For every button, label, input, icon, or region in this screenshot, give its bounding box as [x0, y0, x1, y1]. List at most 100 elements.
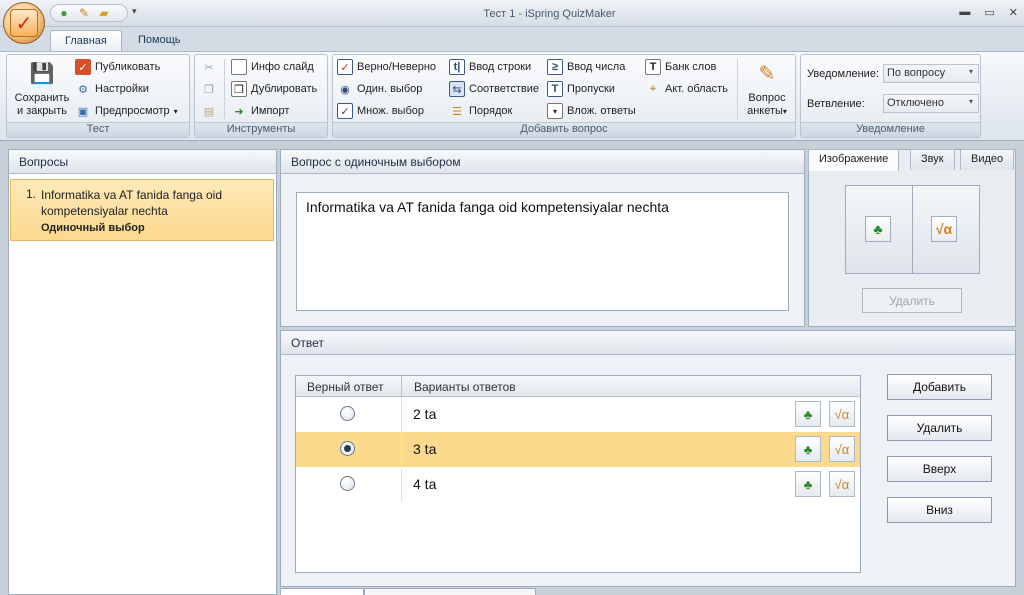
tab-video[interactable]: Видео: [960, 149, 1015, 170]
insert-formula-icon[interactable]: √α: [829, 471, 855, 497]
cut-button[interactable]: ✂: [201, 58, 217, 76]
save-icon: 💾: [29, 62, 55, 85]
notification-label: Уведомление:: [807, 68, 879, 80]
preview-button[interactable]: ▣ Предпросмотр ▾: [75, 102, 178, 120]
preview-window-icon: ▣: [77, 105, 89, 118]
insert-image-icon[interactable]: ♣: [795, 436, 821, 462]
chevron-down-icon: ▾: [968, 97, 973, 106]
sequence-button[interactable]: ☰ Порядок: [449, 102, 512, 120]
insert-image-icon[interactable]: ♣: [865, 216, 891, 242]
tab-image[interactable]: Изображение: [808, 149, 900, 171]
chevron-down-icon: ▾: [968, 67, 973, 76]
minimize-icon[interactable]: ▬: [959, 6, 970, 19]
document-icon: [231, 59, 247, 75]
numeric-icon: ≥: [547, 59, 563, 75]
add-answer-button[interactable]: Добавить: [887, 374, 992, 400]
group-test: 💾 Сохранить и закрыть ✓ Публиковать ⚙ На…: [6, 54, 190, 138]
paste-icon: ▤: [203, 105, 215, 118]
fill-blanks-icon: T: [547, 81, 563, 97]
tab-home[interactable]: Главная: [50, 30, 122, 52]
insert-formula-icon[interactable]: √α: [931, 216, 957, 242]
delete-answer-button[interactable]: Удалить: [887, 415, 992, 441]
close-icon[interactable]: ✕: [1009, 6, 1018, 19]
media-delete-button[interactable]: Удалить: [862, 288, 962, 313]
insert-image-icon[interactable]: ♣: [795, 401, 821, 427]
questions-panel-title: Вопросы: [9, 150, 276, 174]
matching-button[interactable]: ⇆ Соответствие: [449, 80, 539, 98]
hotspot-button[interactable]: ⌖ Акт. область: [645, 80, 728, 98]
checkbox-icon: ✓: [337, 103, 353, 119]
fill-blanks-button[interactable]: T Пропуски: [547, 80, 615, 98]
bottom-tab[interactable]: [364, 588, 536, 595]
maximize-icon[interactable]: ▭: [984, 6, 994, 19]
radio-icon: ◉: [340, 83, 350, 96]
answer-row[interactable]: [296, 467, 860, 502]
application-menu-button[interactable]: ✓: [3, 2, 45, 44]
move-up-button[interactable]: Вверх: [887, 456, 992, 482]
copy-button[interactable]: ❐: [201, 80, 217, 98]
numeric-button[interactable]: ≥ Ввод числа: [547, 58, 625, 76]
multiple-response-button[interactable]: ▾ Влож. ответы: [547, 102, 636, 120]
sequence-icon: ☰: [452, 105, 462, 118]
import-button[interactable]: ➜ Импорт: [231, 102, 289, 120]
divider: [737, 59, 738, 119]
insert-formula-icon[interactable]: √α: [829, 401, 855, 427]
column-header-options: Варианты ответов: [414, 380, 516, 394]
group-label: Уведомление: [801, 122, 980, 137]
insert-formula-icon[interactable]: √α: [829, 436, 855, 462]
divider: [912, 185, 913, 274]
answer-row-selected[interactable]: [296, 432, 860, 467]
tab-sound[interactable]: Звук: [910, 149, 955, 170]
group-tools: ✂ ❐ ▤ Инфо слайд ❐ Дублировать ➜ Импорт …: [194, 54, 328, 138]
correct-answer-radio-checked[interactable]: [340, 441, 355, 456]
answer-text[interactable]: 3 ta: [413, 441, 436, 457]
duplicate-button[interactable]: ❐ Дублировать: [231, 80, 317, 98]
group-notification: Уведомление: По вопросу ▾ Ветвление: Отк…: [800, 54, 981, 138]
publish-button[interactable]: ✓ Публиковать: [75, 58, 160, 76]
column-header-correct: Верный ответ: [307, 380, 384, 394]
group-label: Тест: [7, 122, 189, 137]
true-false-button[interactable]: ✓ Верно/Неверно: [337, 58, 436, 76]
single-choice-button[interactable]: ◉ Один. выбор: [337, 80, 422, 98]
word-bank-button[interactable]: T Банк слов: [645, 58, 716, 76]
scissors-icon: ✂: [204, 61, 214, 74]
info-slide-button[interactable]: Инфо слайд: [231, 58, 314, 76]
survey-question-button[interactable]: ✎ Вопрос анкеты▾: [741, 59, 793, 118]
save-close-button[interactable]: 💾 Сохранить и закрыть: [12, 59, 72, 118]
branching-select[interactable]: Отключено ▾: [883, 94, 979, 113]
survey-icon: ✎: [758, 62, 776, 85]
tab-help[interactable]: Помощь: [124, 30, 195, 52]
duplicate-icon: ❐: [231, 81, 247, 97]
correct-answer-radio[interactable]: [340, 476, 355, 491]
group-add-question: ✓ Верно/Неверно ◉ Один. выбор ✓ Множ. вы…: [332, 54, 796, 138]
column-divider: [401, 397, 402, 502]
type-in-button[interactable]: t| Ввод строки: [449, 58, 531, 76]
question-text-input[interactable]: Informatika va AT fanida fanga oid kompe…: [296, 192, 789, 311]
matching-icon: ⇆: [449, 81, 465, 97]
settings-button[interactable]: ⚙ Настройки: [75, 80, 149, 98]
bottom-tab[interactable]: [280, 588, 364, 595]
window-controls: ▬ ▭ ✕: [959, 6, 1018, 19]
quizmaker-logo-icon: ✓: [10, 9, 38, 37]
notification-select[interactable]: По вопросу ▾: [883, 64, 979, 83]
insert-image-icon[interactable]: ♣: [795, 471, 821, 497]
dropdown-icon: ▾: [547, 103, 563, 119]
copy-icon: ❐: [204, 83, 214, 96]
paste-button[interactable]: ▤: [201, 102, 217, 120]
question-item-text: Informatika va AT fanida fanga oid kompe…: [41, 188, 223, 218]
chevron-down-icon: ▾: [782, 107, 787, 116]
answer-text[interactable]: 2 ta: [413, 406, 436, 422]
correct-answer-radio[interactable]: [340, 406, 355, 421]
multiple-choice-button[interactable]: ✓ Множ. выбор: [337, 102, 424, 120]
true-false-icon: ✓: [337, 59, 353, 75]
chevron-down-icon: ▾: [173, 106, 178, 116]
move-down-button[interactable]: Вниз: [887, 497, 992, 523]
gear-icon: ⚙: [78, 83, 88, 96]
group-label: Инструменты: [195, 122, 327, 137]
import-icon: ➜: [234, 105, 244, 118]
question-item-type: Одиночный выбор: [41, 222, 145, 234]
text-input-icon: t|: [449, 59, 465, 75]
answer-text[interactable]: 4 ta: [413, 476, 436, 492]
window-title: Тест 1 - iSpring QuizMaker: [483, 8, 616, 20]
answer-row[interactable]: [296, 397, 860, 432]
